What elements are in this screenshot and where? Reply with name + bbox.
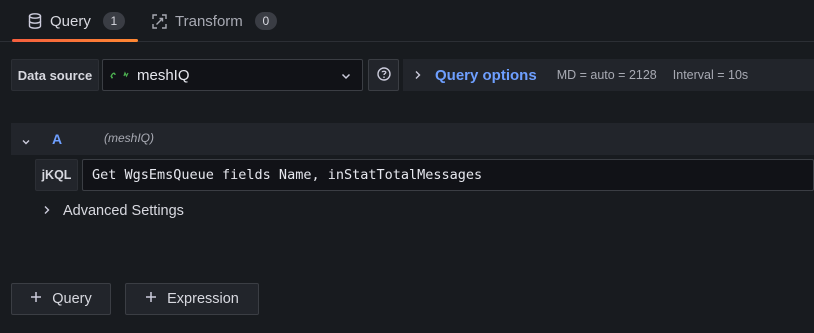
question-circle-icon [376, 66, 391, 84]
add-query-label: Query [52, 291, 92, 307]
tab-query[interactable]: Query 1 [12, 0, 138, 42]
chevron-right-icon [414, 70, 422, 80]
query-options-interval: Interval = 10s [672, 68, 749, 82]
datasource-picker[interactable]: meshIQ [102, 59, 363, 91]
help-button[interactable] [368, 59, 399, 91]
query-row-header[interactable]: A (meshIQ) [11, 123, 814, 155]
tab-transform-label: Transform [175, 12, 243, 30]
tab-query-label: Query [50, 12, 91, 30]
datasource-label: Data source [11, 59, 99, 91]
tab-query-count: 1 [102, 12, 125, 30]
chevron-down-icon[interactable] [21, 134, 31, 150]
add-expression-button[interactable]: Expression [125, 283, 259, 315]
query-options-toggle[interactable]: Query options MD = auto = 2128 Interval … [403, 59, 814, 91]
query-datasource-hint: (meshIQ) [104, 131, 155, 145]
query-options-title: Query options [435, 66, 537, 84]
query-options-md: MD = auto = 2128 [556, 68, 657, 82]
jkql-label: jKQL [35, 159, 78, 191]
active-tab-indicator [12, 39, 138, 42]
transform-icon [152, 13, 167, 29]
database-icon [28, 13, 42, 29]
add-query-button[interactable]: Query [11, 283, 111, 315]
query-ref-id[interactable]: A [52, 131, 62, 147]
chevron-right-icon [43, 203, 51, 219]
datasource-selected: meshIQ [137, 66, 190, 84]
jkql-query-input[interactable]: Get WgsEmsQueue fields Name, inStatTotal… [82, 159, 814, 191]
add-expression-label: Expression [167, 291, 239, 307]
tab-transform-count: 0 [254, 12, 277, 30]
chevron-down-icon [340, 69, 352, 86]
tab-bar: Query 1 Transform 0 [0, 0, 814, 42]
meshiq-logo-icon [109, 70, 131, 80]
advanced-settings-toggle[interactable]: Advanced Settings [43, 201, 184, 221]
plus-icon [30, 291, 42, 307]
plus-icon [145, 291, 157, 307]
tab-transform[interactable]: Transform 0 [152, 0, 277, 42]
advanced-settings-label: Advanced Settings [63, 203, 184, 219]
